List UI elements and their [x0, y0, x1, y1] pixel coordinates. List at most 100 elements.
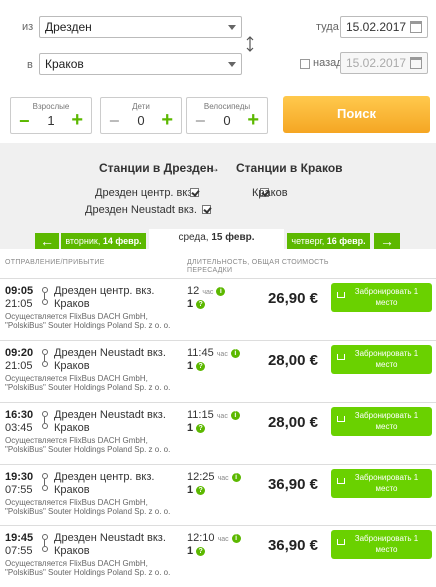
cart-icon	[337, 539, 345, 545]
operator-line-1: Осуществляется FlixBus DACH GmbH,	[5, 498, 148, 507]
arrival-station: Краков	[54, 360, 90, 372]
prev-day-date: 14 февр.	[102, 236, 142, 246]
operator-line-2: "PolskiBus" Souter Holdings Poland Sp. z…	[5, 321, 171, 330]
to-select[interactable]: Краков	[39, 53, 242, 75]
price: 36,90 €	[267, 476, 318, 493]
book-label-2: место	[375, 545, 398, 554]
operator-line-1: Осуществляется FlixBus DACH GmbH,	[5, 436, 148, 445]
cart-icon	[337, 354, 345, 360]
departure-time: 09:05	[5, 285, 34, 297]
transfers-count: 1	[187, 298, 194, 310]
adults-counter: Взрослые − 1 +	[10, 97, 92, 134]
arrival-time: 21:05	[5, 360, 33, 372]
transfers-count: 1	[187, 422, 194, 434]
help-icon[interactable]: ?	[196, 423, 206, 433]
from-value: Дрезден	[45, 20, 92, 34]
duration: 11:15 час i	[187, 409, 240, 421]
calendar-icon	[410, 21, 422, 33]
info-icon[interactable]: i	[231, 533, 241, 543]
help-icon[interactable]: ?	[196, 546, 206, 556]
prev-day-name: вторник,	[65, 236, 103, 246]
arrival-station: Краков	[54, 545, 90, 557]
book-button[interactable]: Забронировать 1 место	[331, 345, 432, 374]
return-checkbox[interactable]	[300, 59, 310, 69]
book-label-2: место	[375, 484, 398, 493]
transfers: 1?	[187, 360, 206, 372]
info-icon[interactable]: i	[231, 472, 241, 482]
departure-station: Дрезден Neustadt вкз.	[54, 532, 166, 544]
operator-line-1: Осуществляется FlixBus DACH GmbH,	[5, 559, 148, 568]
next-day-date: 16 февр.	[326, 236, 366, 246]
operator-line-1: Осуществляется FlixBus DACH GmbH,	[5, 374, 148, 383]
to-value: Краков	[45, 57, 84, 71]
transfers-count: 1	[187, 360, 194, 372]
book-button[interactable]: Забронировать 1 место	[331, 469, 432, 498]
children-plus-button[interactable]: +	[161, 109, 173, 132]
help-icon[interactable]: ?	[196, 485, 206, 495]
operator-line-2: "PolskiBus" Souter Holdings Poland Sp. z…	[5, 507, 171, 516]
book-button[interactable]: Забронировать 1 место	[331, 530, 432, 559]
arrival-station: Краков	[54, 422, 90, 434]
duration-unit: час	[217, 475, 229, 482]
book-label-2: место	[375, 422, 398, 431]
station-from-2-checkbox[interactable]	[202, 205, 212, 214]
next-day-arrow-button[interactable]: →	[374, 233, 400, 249]
tab-next-day[interactable]: четверг, 16 февр.	[287, 233, 370, 249]
duration-value: 11:15	[187, 409, 214, 421]
adults-plus-button[interactable]: +	[71, 109, 83, 132]
route-end-icon	[42, 299, 48, 305]
transfers-count: 1	[187, 484, 194, 496]
transfers: 1?	[187, 298, 206, 310]
swap-icon[interactable]	[244, 36, 256, 52]
arrival-time: 07:55	[5, 484, 33, 496]
col-duration-price: ДЛИТЕЛЬНОСТЬ, ОБЩАЯ СТОИМОСТЬ	[187, 259, 329, 266]
duration-value: 12:10	[187, 532, 215, 544]
duration: 12 час i	[187, 285, 226, 297]
info-icon[interactable]: i	[230, 410, 240, 420]
route-start-icon	[42, 411, 48, 417]
info-icon[interactable]: i	[230, 348, 240, 358]
from-select[interactable]: Дрезден	[39, 16, 242, 38]
prev-day-arrow-button[interactable]: ←	[35, 233, 59, 249]
route-end-icon	[42, 361, 48, 367]
return-date-value: 15.02.2017	[346, 56, 407, 70]
station-from-1-checkbox[interactable]	[190, 188, 199, 197]
info-icon[interactable]: i	[216, 286, 226, 296]
col-transfers: ПЕРЕСАДКИ	[187, 267, 233, 274]
departure-time: 16:30	[5, 409, 34, 421]
route-end-icon	[42, 546, 48, 552]
departure-station: Дрезден Neustadt вкз.	[54, 409, 166, 421]
trip-row: 19:30 07:55 Дрезден центр. вкз. Краков О…	[0, 464, 436, 526]
cart-icon	[337, 416, 345, 422]
price: 26,90 €	[267, 290, 318, 307]
arrival-time: 07:55	[5, 545, 33, 557]
price: 36,90 €	[267, 537, 318, 554]
help-icon[interactable]: ?	[196, 299, 206, 309]
depart-label: туда	[316, 21, 339, 33]
next-day-name: четверг,	[291, 236, 327, 246]
station-from-2-label: Дрезден Neustadt вкз.	[85, 204, 197, 216]
price: 28,00 €	[267, 414, 318, 431]
tab-prev-day[interactable]: вторник, 14 февр.	[61, 233, 146, 249]
search-button[interactable]: Поиск	[283, 96, 430, 133]
bikes-plus-button[interactable]: +	[247, 109, 259, 132]
route-start-icon	[42, 473, 48, 479]
help-icon[interactable]: ?	[196, 361, 206, 371]
duration: 12:10 час i	[187, 532, 241, 544]
book-button[interactable]: Забронировать 1 место	[331, 283, 432, 312]
tab-current-day[interactable]: среда, 15 февр.	[149, 229, 284, 249]
book-button[interactable]: Забронировать 1 место	[331, 407, 432, 436]
from-stations-heading: Станции в Дрезден	[99, 161, 214, 175]
children-counter: Дети − 0 +	[100, 97, 182, 134]
departure-time: 09:20	[5, 347, 34, 359]
duration-value: 11:45	[187, 347, 214, 359]
chevron-down-icon	[228, 25, 236, 30]
col-departure-arrival: ОТПРАВЛЕНИЕ/ПРИБЫТИЕ	[5, 259, 105, 266]
route-start-icon	[42, 534, 48, 540]
return-label: назад	[313, 57, 343, 69]
operator-line-2: "PolskiBus" Souter Holdings Poland Sp. z…	[5, 568, 171, 577]
arrival-time: 21:05	[5, 298, 33, 310]
return-date-field[interactable]: 15.02.2017	[340, 52, 428, 74]
from-label: из	[22, 21, 34, 33]
depart-date-field[interactable]: 15.02.2017	[340, 16, 428, 38]
